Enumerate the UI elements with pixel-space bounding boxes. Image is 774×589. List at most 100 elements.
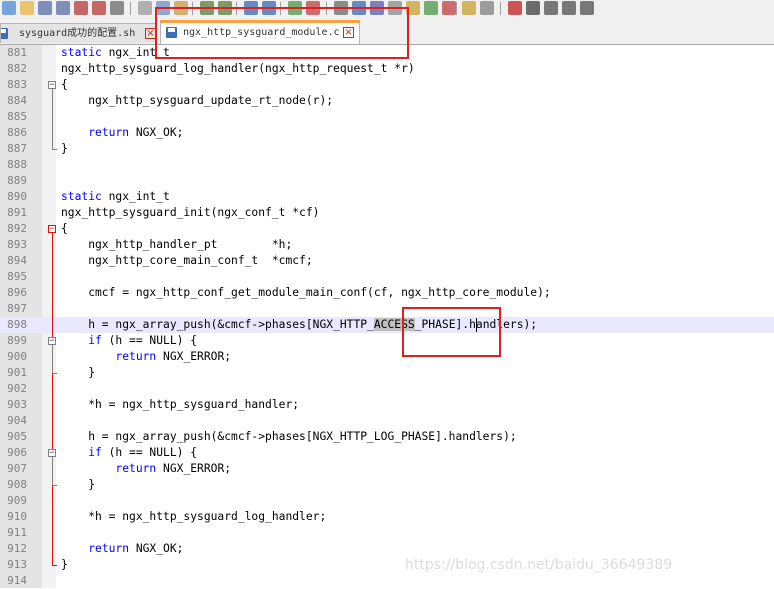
code-line[interactable]: 892 { — [0, 221, 774, 237]
close-icon[interactable] — [74, 1, 88, 15]
line-number: 913 — [7, 558, 27, 571]
stop-macro-icon[interactable] — [526, 1, 540, 15]
line-number: 891 — [7, 206, 27, 219]
line-number: 884 — [7, 94, 27, 107]
code-line[interactable]: 891 ngx_http_sysguard_init(ngx_conf_t *cf… — [0, 205, 774, 221]
play-macro-icon[interactable] — [544, 1, 558, 15]
code-line[interactable]: 906 if (h == NULL) { — [0, 445, 774, 461]
code-line[interactable]: 907 return NGX_ERROR; — [0, 461, 774, 477]
line-number: 897 — [7, 302, 27, 315]
code-line[interactable]: 911 — [0, 525, 774, 541]
line-number: 914 — [7, 574, 27, 587]
run-macro-multiple-icon[interactable] — [562, 1, 576, 15]
code-text: ngx_http_core_main_conf_t *cmcf; — [61, 254, 313, 267]
open-file-icon[interactable] — [20, 1, 34, 15]
code-line[interactable]: 895 — [0, 269, 774, 285]
line-number: 909 — [7, 494, 27, 507]
code-line[interactable]: 896 cmcf = ngx_http_conf_get_module_main… — [0, 285, 774, 301]
line-number: 893 — [7, 238, 27, 251]
line-number: 885 — [7, 110, 27, 123]
cut-icon[interactable] — [138, 1, 152, 15]
function-list-icon[interactable] — [442, 1, 456, 15]
line-number: 908 — [7, 478, 27, 491]
line-number: 907 — [7, 462, 27, 475]
code-text: ngx_http_handler_pt *h; — [61, 238, 293, 251]
code-line[interactable]: 885 — [0, 109, 774, 125]
code-editor[interactable]: 881 static ngx_int_t 882 ngx_http_sysguard_… — [0, 45, 774, 588]
code-text: return NGX_OK; — [88, 126, 184, 139]
fold-toggle-icon[interactable]: − — [48, 337, 56, 346]
code-line[interactable]: 886 return NGX_OK; — [0, 125, 774, 141]
code-line[interactable]: 909 — [0, 493, 774, 509]
code-line[interactable]: 894 ngx_http_core_main_conf_t *cmcf; — [0, 253, 774, 269]
watermark: https://blog.csdn.net/baidu_36649389 — [405, 557, 673, 573]
print-icon[interactable] — [110, 1, 124, 15]
fold-guide — [52, 345, 53, 373]
code-line[interactable]: 912 return NGX_OK; — [0, 541, 774, 557]
code-line[interactable]: 882 ngx_http_sysguard_log_handler(ngx_htt… — [0, 61, 774, 77]
code-line[interactable]: 908 } — [0, 477, 774, 493]
code-line[interactable]: 901 } — [0, 365, 774, 381]
code-line[interactable]: 884 ngx_http_sysguard_update_rt_node(r); — [0, 93, 774, 109]
line-number: 901 — [7, 366, 27, 379]
code-line[interactable]: 887} — [0, 141, 774, 157]
tab-highlight-annotation — [155, 7, 409, 59]
fold-end — [52, 485, 57, 486]
fold-toggle-icon[interactable]: − — [48, 81, 56, 90]
line-number: 903 — [7, 398, 27, 411]
code-text: } — [61, 142, 68, 155]
tab-sysguard-config[interactable]: sysguard成功的配置.sh × — [0, 23, 156, 43]
record-macro-icon[interactable] — [508, 1, 522, 15]
code-line[interactable]: 897 — [0, 301, 774, 317]
line-number: 905 — [7, 430, 27, 443]
code-line[interactable]: 888 — [0, 157, 774, 173]
code-text: { — [61, 222, 68, 235]
line-number: 890 — [7, 190, 27, 203]
code-text: static ngx_int_t — [61, 46, 170, 59]
code-text: } — [61, 558, 68, 571]
code-line[interactable]: 914 — [0, 573, 774, 589]
tab-label: sysguard成功的配置.sh — [19, 28, 136, 39]
toolbar-separator — [500, 2, 501, 15]
code-text: ngx_http_sysguard_log_handler(ngx_http_r… — [61, 62, 415, 75]
fold-end — [52, 373, 57, 374]
access-phase-highlight-annotation — [402, 307, 501, 357]
fold-guide — [52, 89, 53, 149]
code-line[interactable]: 900 return NGX_ERROR; — [0, 349, 774, 365]
fold-toggle-icon[interactable]: − — [48, 225, 56, 234]
doc-map-icon[interactable] — [424, 1, 438, 15]
code-line[interactable]: 898 h = ngx_array_push(&cmcf->phases[NGX… — [0, 317, 774, 333]
line-number: 892 — [7, 222, 27, 235]
save-icon[interactable] — [38, 1, 52, 15]
code-line[interactable]: 883 { — [0, 77, 774, 93]
fold-toggle-icon[interactable]: − — [48, 449, 56, 458]
save-macro-icon[interactable] — [580, 1, 594, 15]
code-text: cmcf = ngx_http_conf_get_module_main_con… — [61, 286, 551, 299]
code-text: ngx_http_sysguard_init(ngx_conf_t *cf) — [61, 206, 320, 219]
code-line[interactable]: 889 — [0, 173, 774, 189]
close-all-icon[interactable] — [92, 1, 106, 15]
code-text: if (h == NULL) { — [88, 446, 198, 459]
line-number: 902 — [7, 382, 27, 395]
new-file-icon[interactable] — [2, 1, 16, 15]
monitor-icon[interactable] — [480, 1, 494, 15]
code-line[interactable]: 902 — [0, 381, 774, 397]
code-text: h = ngx_array_push(&cmcf->phases[NGX_HTT… — [61, 430, 517, 443]
code-text: return NGX_ERROR; — [115, 350, 232, 363]
line-number: 889 — [7, 174, 27, 187]
line-number: 888 — [7, 158, 27, 171]
code-text: ngx_http_sysguard_update_rt_node(r); — [61, 94, 334, 107]
code-text: } — [61, 366, 96, 379]
code-line[interactable]: 904 — [0, 413, 774, 429]
code-line[interactable]: 893 ngx_http_handler_pt *h; — [0, 237, 774, 253]
code-line[interactable]: 910 *h = ngx_http_sysguard_log_handler; — [0, 509, 774, 525]
code-line[interactable]: 890 static ngx_int_t — [0, 189, 774, 205]
code-text: *h = ngx_http_sysguard_handler; — [61, 398, 300, 411]
code-text: } — [61, 478, 96, 491]
save-all-icon[interactable] — [56, 1, 70, 15]
folder-workspace-icon[interactable] — [462, 1, 476, 15]
code-line[interactable]: 899 if (h == NULL) { — [0, 333, 774, 349]
code-line[interactable]: 903 *h = ngx_http_sysguard_handler; — [0, 397, 774, 413]
line-number: 881 — [7, 46, 27, 59]
code-line[interactable]: 905 h = ngx_array_push(&cmcf->phases[NGX… — [0, 429, 774, 445]
